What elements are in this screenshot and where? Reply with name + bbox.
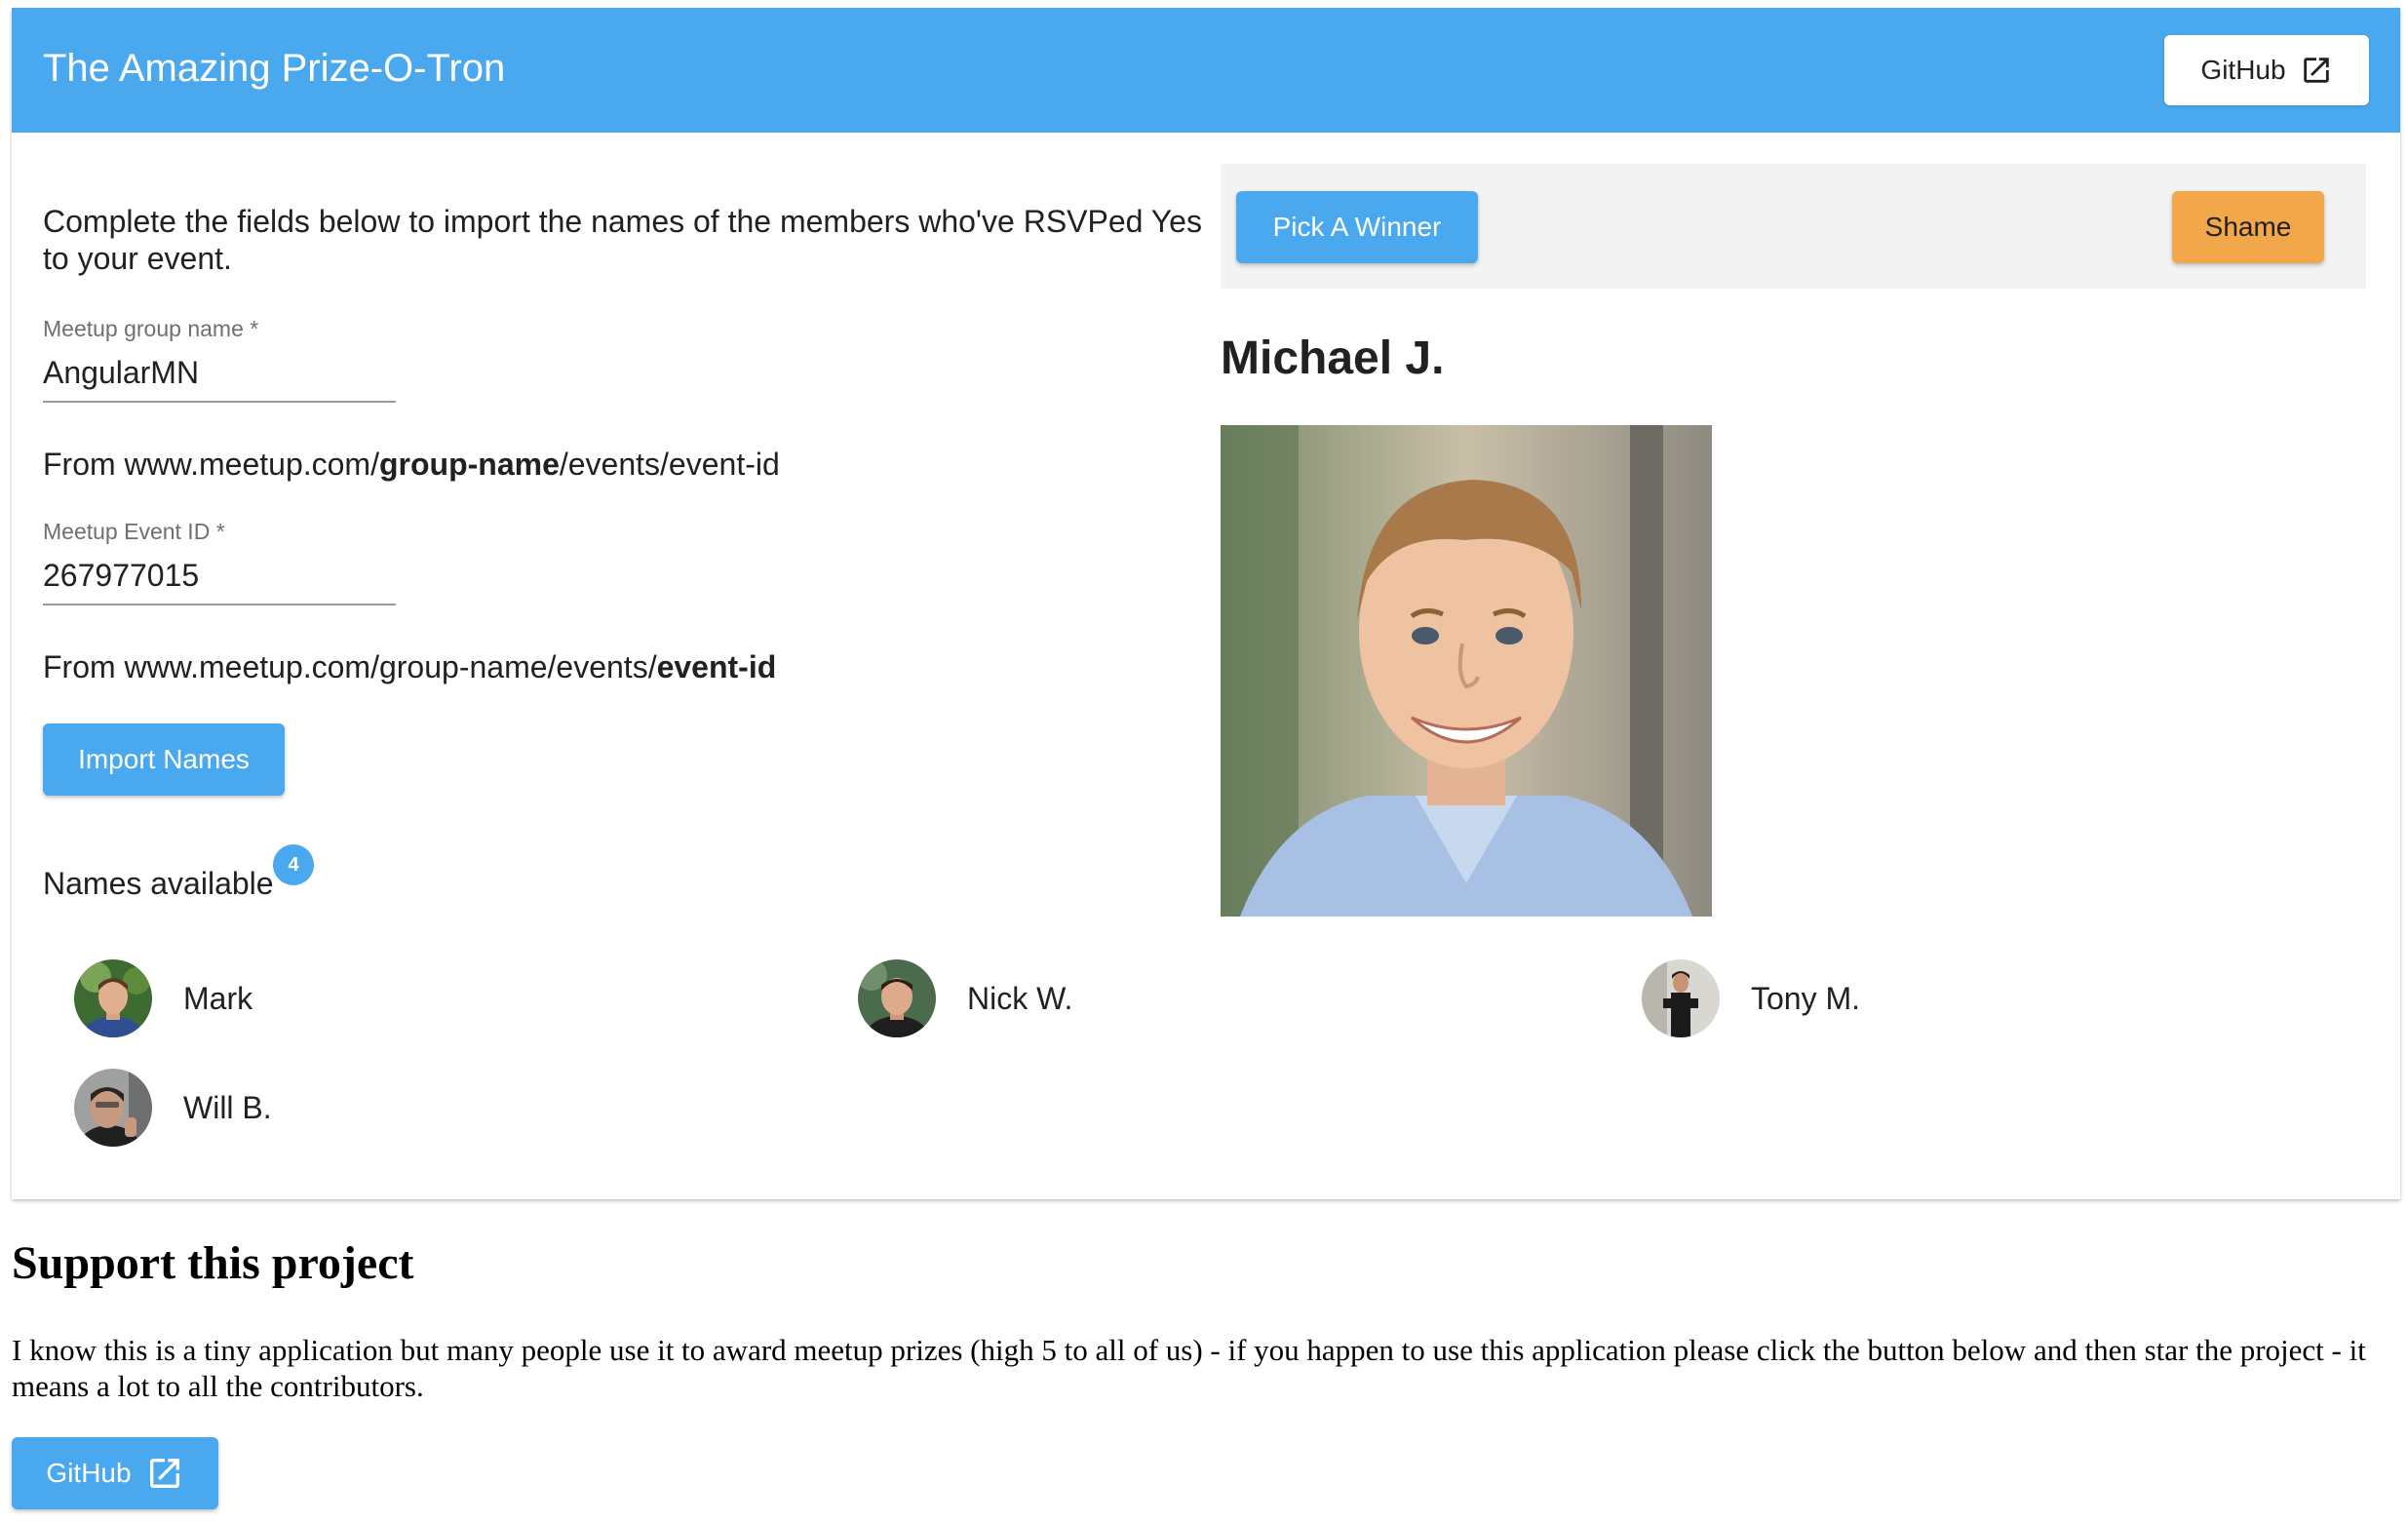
- person-name: Mark: [183, 980, 253, 1016]
- group-name-hint: From www.meetup.com/group-name/events/ev…: [43, 447, 780, 482]
- group-name-underline: [43, 401, 396, 403]
- group-name-label: Meetup group name *: [43, 316, 259, 341]
- avatar: [1642, 959, 1720, 1037]
- support-text: I know this is a tiny application but ma…: [12, 1333, 2366, 1403]
- prize-card: The Amazing Prize-O-Tron GitHub Complete…: [12, 8, 2400, 1199]
- event-id-hint: From www.meetup.com/group-name/events/ev…: [43, 649, 777, 684]
- import-names-button[interactable]: Import Names: [43, 723, 285, 796]
- person-name: Nick W.: [967, 980, 1073, 1016]
- avatar: [74, 1069, 152, 1147]
- avatar: [858, 959, 936, 1037]
- group-name-input[interactable]: AngularMN: [43, 355, 199, 391]
- list-item[interactable]: Will B.: [74, 1069, 272, 1147]
- event-id-input[interactable]: 267977015: [43, 558, 199, 594]
- intro-text: Complete the fields below to import the …: [43, 204, 1202, 276]
- github-header-button[interactable]: GitHub: [2164, 35, 2369, 105]
- open-in-new-icon: [149, 1459, 179, 1488]
- open-in-new-icon: [2303, 58, 2329, 83]
- names-count-badge: 4: [273, 844, 314, 885]
- github-support-button[interactable]: GitHub: [12, 1437, 218, 1509]
- top-toolbar: The Amazing Prize-O-Tron GitHub: [12, 8, 2400, 133]
- names-available-label: Names available: [43, 866, 274, 901]
- app-title: The Amazing Prize-O-Tron: [43, 47, 506, 90]
- shame-button[interactable]: Shame: [2172, 191, 2324, 263]
- github-support-label: GitHub: [46, 1458, 132, 1488]
- list-item[interactable]: Nick W.: [858, 959, 1072, 1037]
- github-header-label: GitHub: [2200, 55, 2286, 85]
- winner-action-bar: Pick A Winner Shame: [1221, 164, 2366, 289]
- winner-photo: [1221, 425, 1712, 917]
- person-name: Tony M.: [1751, 980, 1861, 1016]
- support-title: Support this project: [12, 1237, 414, 1289]
- person-name: Will B.: [183, 1089, 272, 1125]
- pick-winner-button[interactable]: Pick A Winner: [1236, 191, 1478, 263]
- event-id-label: Meetup Event ID *: [43, 519, 225, 544]
- winner-name: Michael J.: [1221, 332, 1445, 384]
- avatar: [74, 959, 152, 1037]
- list-item[interactable]: Tony M.: [1642, 959, 1860, 1037]
- event-id-underline: [43, 604, 396, 605]
- list-item[interactable]: Mark: [74, 959, 252, 1037]
